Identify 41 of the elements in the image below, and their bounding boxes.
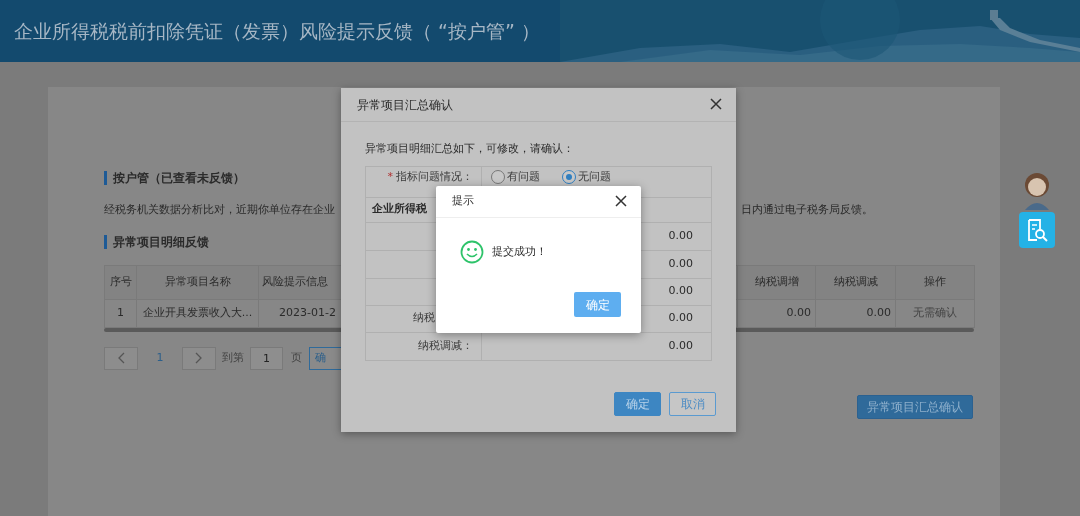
page-label: 页 [291,349,302,366]
close-button[interactable] [615,194,629,209]
summary-confirm-button[interactable]: 异常项目汇总确认 [857,394,973,419]
notice-text: 日内通过电子税务局反馈。 [741,202,873,218]
smiley-icon [460,240,484,264]
document-search-button[interactable] [1019,212,1055,248]
close-icon [615,194,627,207]
column-header: 操作 [895,265,975,299]
radio-label: 有问题 [507,168,540,185]
dialog-title: 异常项目汇总确认 [357,96,453,114]
field-label: 纳税调减： [418,338,473,352]
required-mark: * [387,169,393,183]
goto-label: 到第 [222,349,244,366]
column-header: 异常项目名称 [136,265,259,299]
next-page-button[interactable] [182,346,216,370]
table-cell: 1 [104,299,137,327]
page-input[interactable]: 1 [250,346,283,370]
column-header: 纳税调减 [815,265,896,299]
table-cell: 0.00 [737,299,816,327]
table-cell: 企业开具发票收入大... [136,299,259,327]
field-label: 纳税 [413,311,435,325]
field-value[interactable]: 0.00 [668,284,693,298]
chevron-right-icon [195,352,203,364]
field-label: 指标问题情况： [396,169,473,183]
field-value[interactable]: 0.00 [668,338,693,352]
close-button[interactable] [710,97,724,112]
page-title: 企业所得税税前扣除凭证（发票）风险提示反馈（ “按户管” ） [14,18,540,44]
radio-button[interactable] [491,169,505,184]
dialog-intro: 异常项目明细汇总如下，可修改，请确认： [365,141,575,157]
previous-page-button[interactable] [104,346,138,370]
close-icon [710,97,722,110]
column-header: 序号 [104,265,137,299]
radio-label: 无问题 [578,168,611,185]
confirm-button[interactable]: 确定 [614,392,661,416]
radio-button[interactable] [562,169,576,184]
notice-text: 经税务机关数据分析比对，近期你单位存在企业 [104,202,335,218]
field-value[interactable]: 0.00 [668,311,693,325]
column-header: 纳税调增 [737,265,816,299]
table-cell: 0.00 [815,299,896,327]
document-search-icon [1026,218,1048,242]
chevron-left-icon [117,352,125,364]
